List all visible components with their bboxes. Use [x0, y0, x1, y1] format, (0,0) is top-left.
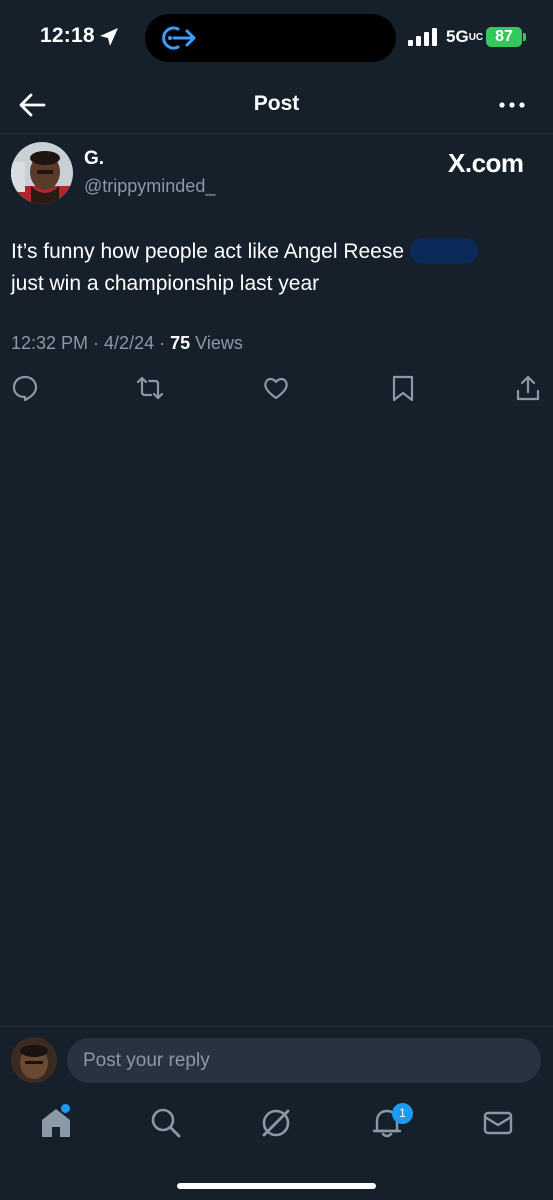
tweet-text-line-2: just win a championship last year	[11, 272, 320, 295]
user-handle[interactable]: @trippyminded_	[84, 176, 215, 197]
status-time: 12:18	[40, 24, 95, 47]
tweet-text-line-1: It’s funny how people act like Angel Ree…	[11, 240, 405, 263]
screen-share-icon	[162, 26, 196, 50]
redaction-mark	[410, 238, 479, 264]
like-icon[interactable]	[262, 374, 290, 402]
battery-level: 87	[486, 27, 522, 47]
retweet-icon[interactable]	[136, 374, 164, 402]
page-title: Post	[253, 92, 300, 115]
home-indicator	[177, 1183, 376, 1189]
header-divider	[0, 133, 553, 134]
messages-icon[interactable]	[481, 1106, 515, 1140]
share-icon[interactable]	[514, 374, 542, 402]
my-avatar	[11, 1037, 57, 1083]
views-count: 75	[170, 333, 191, 353]
x-watermark: X.com	[448, 148, 524, 178]
bookmark-icon[interactable]	[389, 374, 417, 402]
signal-bars-icon	[408, 28, 437, 46]
home-unread-dot	[61, 1104, 70, 1113]
search-icon[interactable]	[149, 1106, 183, 1140]
views-label: Views	[195, 333, 243, 353]
tweet-date: 4/2/24	[104, 333, 155, 353]
reply-icon[interactable]	[11, 374, 39, 402]
reply-input[interactable]	[67, 1038, 541, 1083]
battery-cap	[523, 33, 526, 41]
network-type: 5GUC	[446, 27, 484, 46]
grok-icon[interactable]	[259, 1106, 293, 1140]
display-name[interactable]: G.	[84, 148, 104, 170]
author-avatar[interactable]	[11, 142, 73, 204]
tweet-meta: 12:32 PM · 4/2/24 · 75 Views	[11, 333, 243, 353]
more-options-icon[interactable]	[498, 94, 526, 116]
location-arrow-icon	[100, 28, 118, 46]
tweet-text: It’s funny how people act like Angel Ree…	[11, 236, 531, 300]
tweet-time: 12:32 PM	[11, 333, 89, 353]
reply-divider	[0, 1026, 553, 1027]
notification-badge: 1	[392, 1103, 413, 1124]
